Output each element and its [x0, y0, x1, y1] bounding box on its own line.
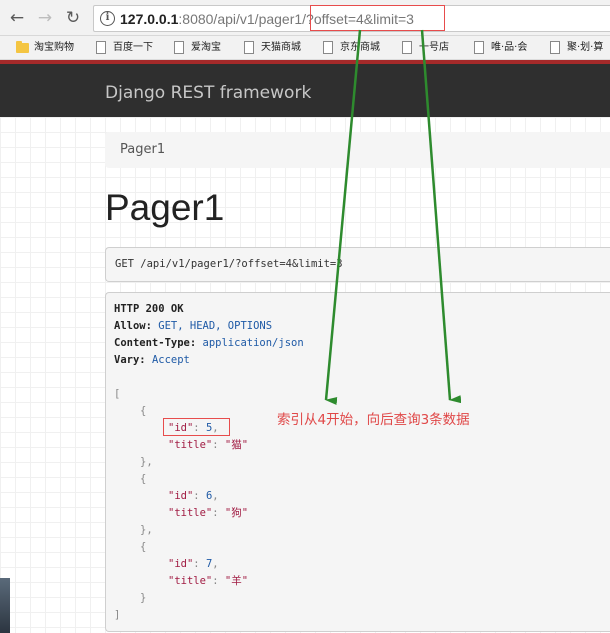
page-icon	[323, 41, 333, 54]
json-string: "狗"	[224, 507, 249, 519]
url-query-highlight	[310, 5, 445, 31]
bookmark-label: 百度一下	[113, 42, 153, 53]
header-value: application/json	[202, 337, 304, 349]
request-info: GET /api/v1/pager1/?offset=4&limit=3	[105, 247, 610, 282]
page-title: Pager1	[105, 187, 225, 228]
taskbar-edge	[0, 578, 10, 633]
url-path: :8080/api/v1/pager1/	[178, 11, 307, 27]
page-icon	[550, 41, 560, 54]
bookmarks-bar: 淘宝购物 百度一下 爱淘宝 天猫商城 京东商城 一号店 唯·品·会 聚·划·算	[0, 36, 610, 60]
id-highlight	[163, 418, 230, 436]
header-key: Vary:	[114, 354, 146, 366]
bookmark-jd[interactable]: 京东商城	[323, 40, 380, 56]
header-content-type: Content-Type: application/json	[114, 335, 304, 352]
bookmark-tmall[interactable]: 天猫商城	[244, 40, 301, 56]
page-icon	[96, 41, 106, 54]
bookmark-yhd[interactable]: 一号店	[402, 40, 449, 56]
reload-icon[interactable]: ↻	[62, 7, 84, 29]
header-vary: Vary: Accept	[114, 352, 190, 369]
json-string: "猫"	[224, 439, 249, 451]
json-object-close: },	[140, 456, 153, 468]
json-key: "id"	[168, 558, 194, 570]
json-field-title: "title": "羊"	[168, 575, 249, 587]
json-object-open: {	[140, 473, 147, 485]
json-field-id: "id": 6,	[168, 490, 219, 502]
page-icon	[244, 41, 254, 54]
folder-icon	[16, 41, 29, 53]
drf-navbar: Django REST framework	[0, 60, 610, 117]
info-icon[interactable]: i	[100, 11, 115, 26]
bookmark-baidu[interactable]: 百度一下	[96, 40, 153, 56]
bookmark-label: 京东商城	[340, 42, 380, 53]
back-arrow-icon[interactable]: ←	[6, 7, 28, 29]
bookmark-label: 聚·划·算	[567, 42, 604, 53]
json-object-open: {	[140, 541, 147, 553]
header-allow: Allow: GET, HEAD, OPTIONS	[114, 318, 272, 335]
navbar-brand[interactable]: Django REST framework	[105, 83, 311, 103]
bookmark-label: 天猫商城	[261, 42, 301, 53]
json-object-open: {	[140, 405, 147, 417]
json-key: "id"	[168, 490, 194, 502]
bookmark-ai-taobao[interactable]: 爱淘宝	[174, 40, 221, 56]
annotation-text: 索引从4开始，向后查询3条数据	[277, 412, 470, 428]
json-object-close: }	[140, 592, 147, 604]
json-array-open: [	[114, 388, 121, 400]
forward-arrow-icon[interactable]: →	[34, 7, 56, 29]
response-status: HTTP 200 OK	[114, 303, 184, 315]
bookmark-vip[interactable]: 唯·品·会	[474, 40, 528, 56]
breadcrumb-item[interactable]: Pager1	[120, 142, 165, 157]
bookmark-label: 一号店	[419, 42, 449, 53]
page-icon	[402, 41, 412, 54]
header-key: Allow:	[114, 320, 152, 332]
json-field-title: "title": "猫"	[168, 439, 249, 451]
url-host: 127.0.0.1	[120, 11, 179, 27]
json-string: "羊"	[224, 575, 249, 587]
json-array-close: ]	[114, 609, 121, 621]
header-value: Accept	[151, 354, 190, 366]
page-icon	[474, 41, 484, 54]
header-key: Content-Type:	[114, 337, 197, 349]
bookmark-label: 唯·品·会	[491, 42, 528, 53]
bookmark-label: 淘宝购物	[34, 42, 74, 53]
breadcrumb: Pager1	[105, 132, 610, 168]
json-field-id: "id": 7,	[168, 558, 219, 570]
bookmark-label: 爱淘宝	[191, 42, 221, 53]
json-key: "title"	[168, 575, 213, 587]
json-key: "title"	[168, 439, 213, 451]
browser-toolbar: ← → ↻ i 127.0.0.1:8080/api/v1/pager1/?of…	[0, 0, 610, 36]
bookmark-taobao-shopping[interactable]: 淘宝购物	[16, 40, 74, 56]
json-key: "title"	[168, 507, 213, 519]
json-object-close: },	[140, 524, 153, 536]
bookmark-juhuasuan[interactable]: 聚·划·算	[550, 40, 604, 56]
header-value: GET, HEAD, OPTIONS	[158, 320, 273, 332]
json-field-title: "title": "狗"	[168, 507, 249, 519]
response-info: HTTP 200 OK Allow: GET, HEAD, OPTIONS Co…	[105, 292, 610, 632]
page-icon	[174, 41, 184, 54]
